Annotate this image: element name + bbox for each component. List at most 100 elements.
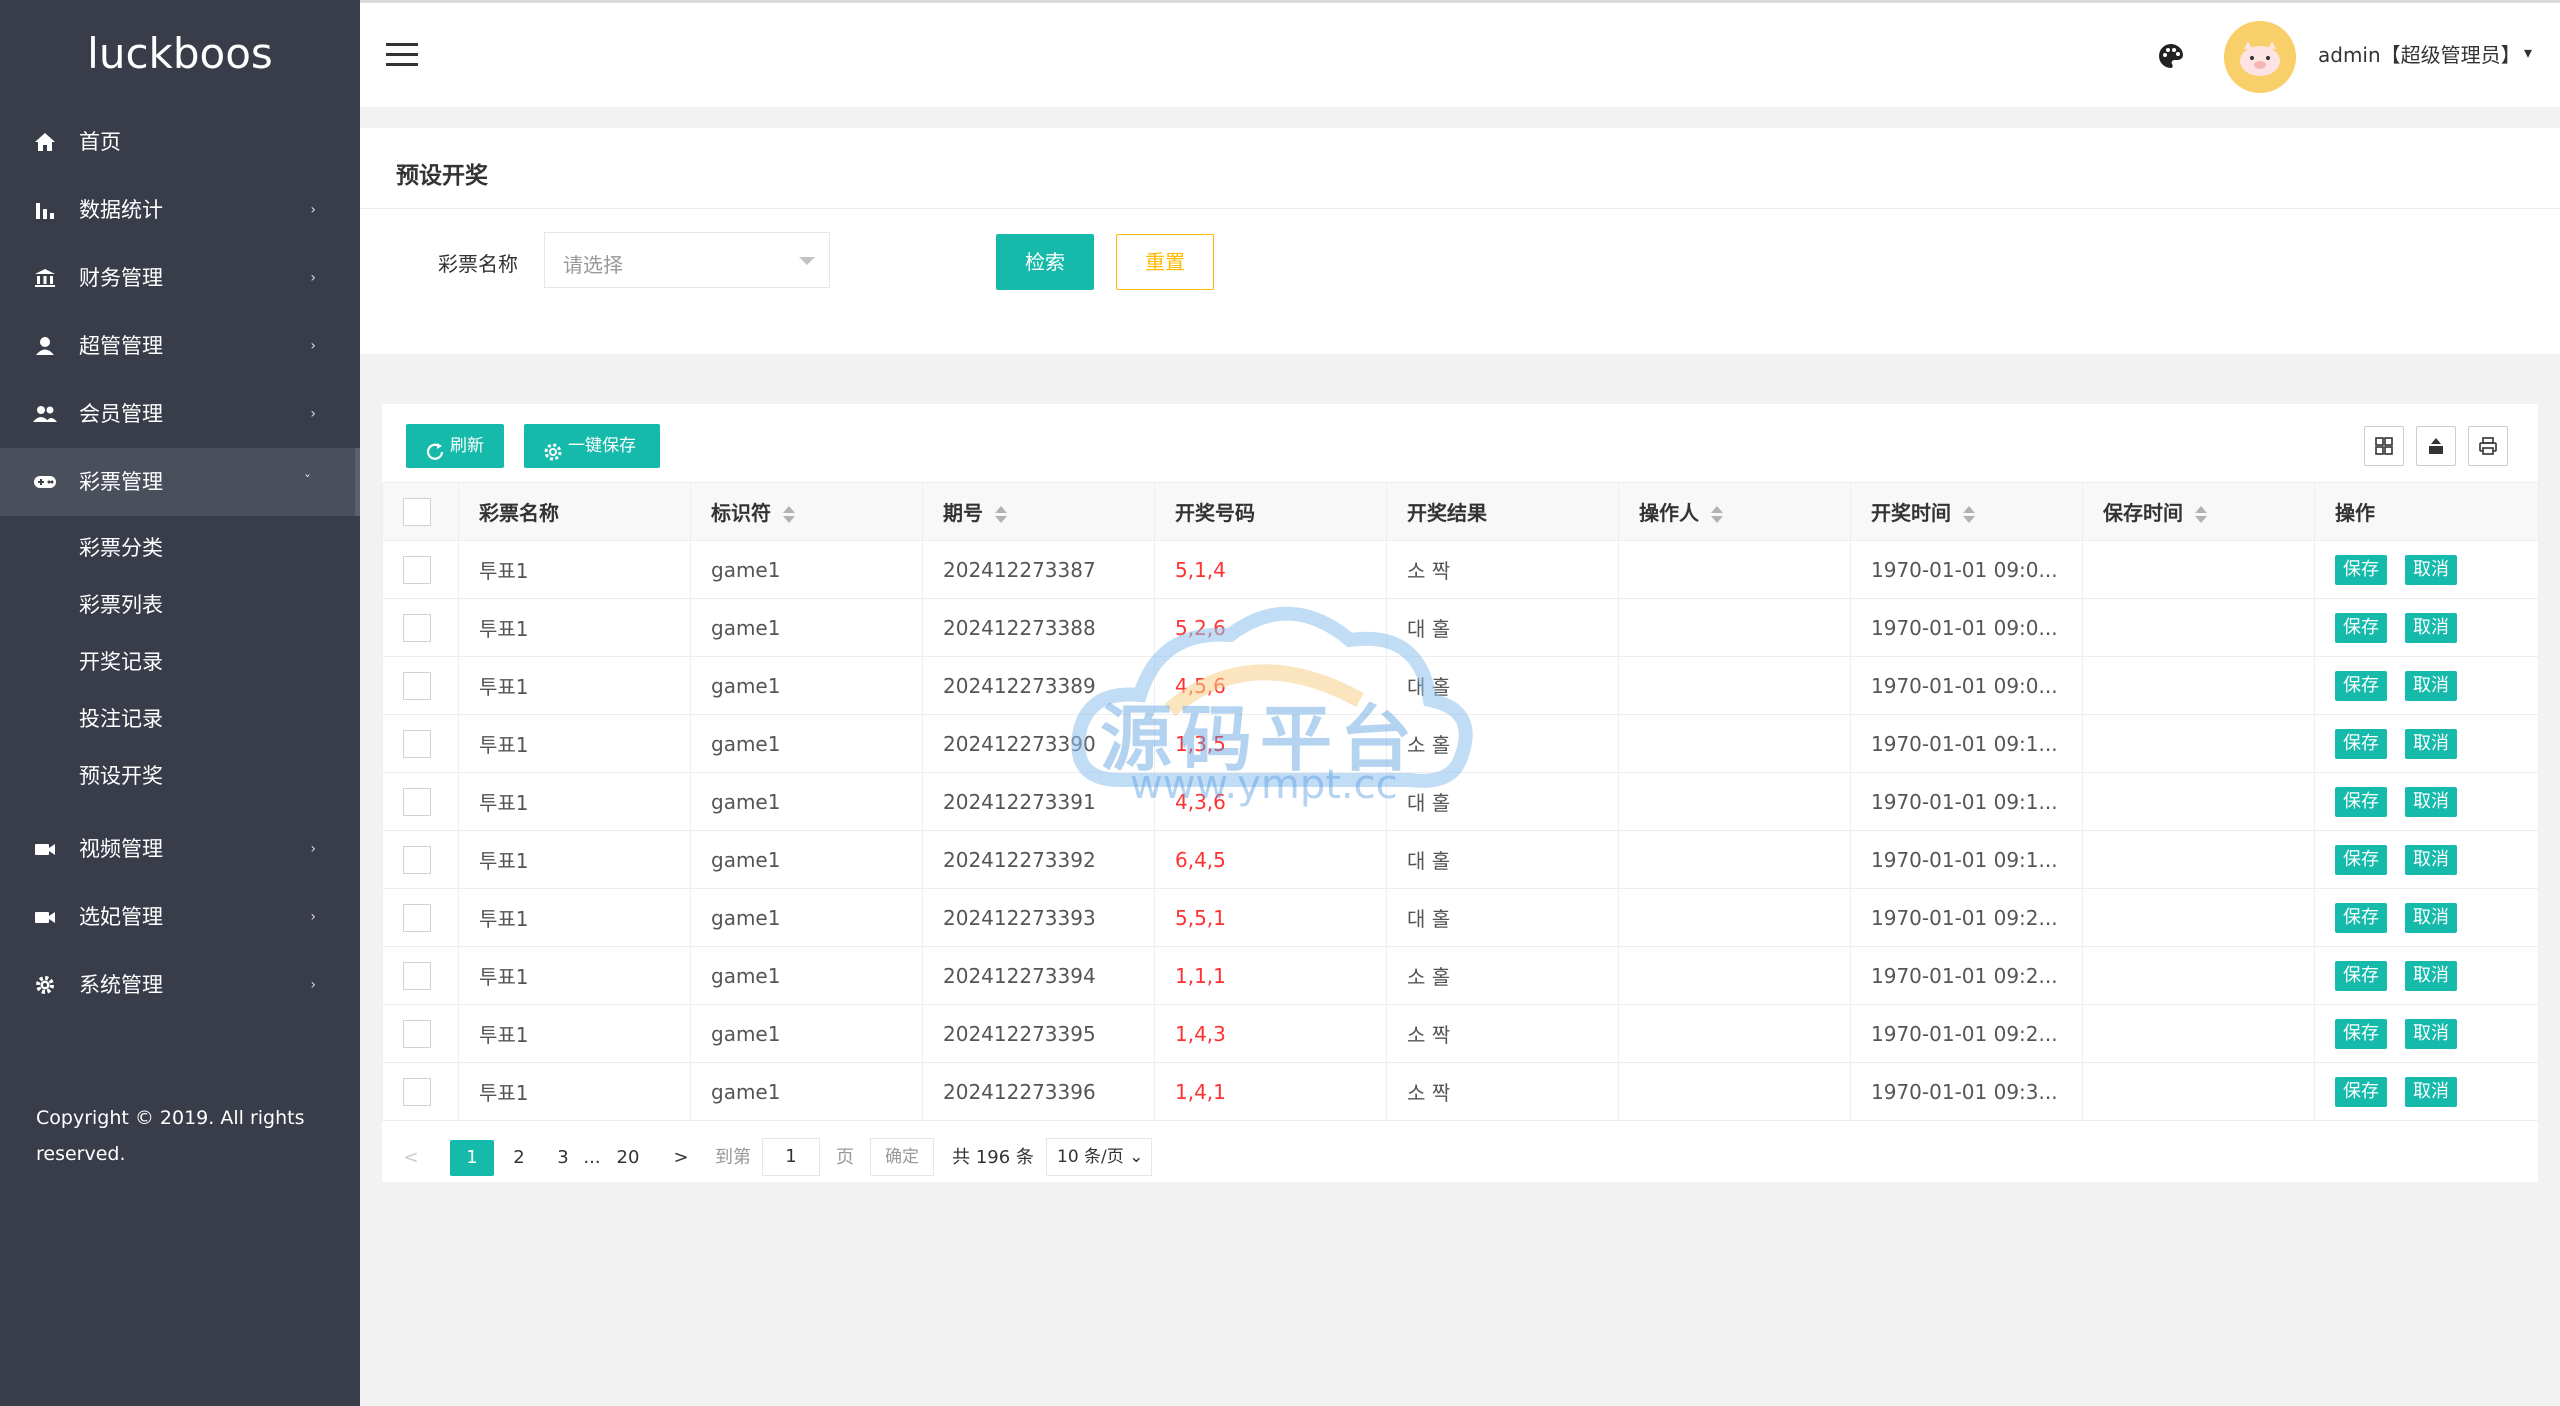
sidebar-item-select[interactable]: 选妃管理 › [0, 883, 360, 951]
search-button[interactable]: 检索 [996, 234, 1094, 290]
select-all-checkbox[interactable] [403, 497, 431, 526]
sidebar-item-stats[interactable]: 数据统计 › [0, 176, 360, 244]
save-all-button[interactable]: 一键保存 [524, 424, 660, 468]
row-save-button[interactable]: 保存 [2335, 728, 2387, 759]
row-cancel-button[interactable]: 取消 [2405, 844, 2457, 875]
goto-page-input[interactable]: 1 [762, 1138, 820, 1176]
sort-icon[interactable] [1963, 505, 1975, 524]
sort-icon[interactable] [1711, 505, 1723, 524]
cell-code: game1 [690, 772, 923, 831]
print-icon[interactable] [2468, 426, 2508, 466]
row-checkbox[interactable] [403, 1019, 431, 1048]
row-cancel-button[interactable]: 取消 [2405, 902, 2457, 933]
row-cancel-button[interactable]: 取消 [2405, 960, 2457, 991]
row-save-button[interactable]: 保存 [2335, 1076, 2387, 1107]
row-select-cell [382, 1062, 459, 1121]
goto-confirm-button[interactable]: 确定 [870, 1138, 934, 1176]
row-cancel-button[interactable]: 取消 [2405, 554, 2457, 585]
row-save-button[interactable]: 保存 [2335, 902, 2387, 933]
col-code[interactable]: 标识符 [690, 482, 923, 541]
row-cancel-button[interactable]: 取消 [2405, 1076, 2457, 1107]
sidebar-item-video[interactable]: 视频管理 › [0, 815, 360, 883]
col-issue[interactable]: 期号 [922, 482, 1155, 541]
cell-operator [1618, 1004, 1851, 1063]
sidebar-item-lottery[interactable]: 彩票管理 ˇ [0, 448, 360, 516]
sidebar-subitem-bet-records[interactable]: 投注记录 [0, 691, 360, 748]
refresh-label: 刷新 [450, 436, 484, 456]
sidebar-subitem-preset-draw[interactable]: 预设开奖 [0, 748, 360, 805]
export-icon[interactable] [2416, 426, 2456, 466]
row-checkbox[interactable] [403, 845, 431, 874]
page-last-button[interactable]: 20 [608, 1140, 648, 1176]
page-2-button[interactable]: 2 [504, 1140, 534, 1176]
col-operator[interactable]: 操作人 [1618, 482, 1851, 541]
user-name[interactable]: admin【超级管理员】 [2318, 39, 2521, 68]
sidebar-subitem-draw-records[interactable]: 开奖记录 [0, 634, 360, 691]
sidebar-item-label: 系统管理 [79, 973, 163, 997]
reset-button[interactable]: 重置 [1116, 234, 1214, 290]
cell-draw-time: 1970-01-01 09:0... [1850, 656, 2083, 715]
refresh-button[interactable]: 刷新 [406, 424, 504, 468]
row-save-button[interactable]: 保存 [2335, 554, 2387, 585]
sort-icon[interactable] [995, 505, 1007, 524]
cell-lottery-name: 투표1 [458, 714, 691, 773]
row-cancel-button[interactable]: 取消 [2405, 1018, 2457, 1049]
sidebar-item-system[interactable]: 系统管理 › [0, 951, 360, 1019]
col-save-time[interactable]: 保存时间 [2082, 482, 2315, 541]
sidebar-item-admin[interactable]: 超管管理 › [0, 312, 360, 380]
cell-issue: 202412273396 [922, 1062, 1155, 1121]
lottery-name-select[interactable]: 请选择 [544, 232, 830, 288]
row-save-button[interactable]: 保存 [2335, 1018, 2387, 1049]
page-1-button[interactable]: 1 [450, 1140, 494, 1176]
row-checkbox[interactable] [403, 1077, 431, 1106]
row-checkbox[interactable] [403, 729, 431, 758]
row-save-button[interactable]: 保存 [2335, 844, 2387, 875]
cell-actions: 保存 取消 [2314, 772, 2539, 831]
row-checkbox[interactable] [403, 903, 431, 932]
cell-result: 소 홀 [1386, 714, 1619, 773]
row-cancel-button[interactable]: 取消 [2405, 670, 2457, 701]
sidebar-item-members[interactable]: 会员管理 › [0, 380, 360, 448]
goto-label: 到第 [715, 1147, 751, 1168]
cell-operator [1618, 598, 1851, 657]
page-3-button[interactable]: 3 [548, 1140, 578, 1176]
table-row: 투표1 game1 202412273393 5,5,1 대 홀 1970-01-01 0… [382, 888, 2539, 947]
cell-draw-time: 1970-01-01 09:0... [1850, 540, 2083, 599]
row-checkbox[interactable] [403, 613, 431, 642]
row-save-button[interactable]: 保存 [2335, 960, 2387, 991]
cell-save-time [2082, 714, 2315, 773]
avatar[interactable] [2224, 21, 2296, 93]
row-save-button[interactable]: 保存 [2335, 670, 2387, 701]
cell-save-time [2082, 540, 2315, 599]
select-all-cell [382, 482, 459, 541]
cell-code: game1 [690, 714, 923, 773]
sidebar-subitem-category[interactable]: 彩票分类 [0, 520, 360, 577]
sidebar-item-home[interactable]: 首页 [0, 108, 360, 176]
sort-icon[interactable] [783, 505, 795, 524]
row-save-button[interactable]: 保存 [2335, 786, 2387, 817]
row-cancel-button[interactable]: 取消 [2405, 728, 2457, 759]
caret-down-icon[interactable]: ▾ [2524, 43, 2532, 62]
sidebar-item-finance[interactable]: 财务管理 › [0, 244, 360, 312]
row-checkbox[interactable] [403, 671, 431, 700]
cell-actions: 保存 取消 [2314, 540, 2539, 599]
row-checkbox[interactable] [403, 961, 431, 990]
columns-filter-icon[interactable] [2364, 426, 2404, 466]
row-save-button[interactable]: 保存 [2335, 612, 2387, 643]
cell-actions: 保存 取消 [2314, 1062, 2539, 1121]
row-cancel-button[interactable]: 取消 [2405, 786, 2457, 817]
cell-draw-time: 1970-01-01 09:0... [1850, 598, 2083, 657]
cell-issue: 202412273395 [922, 1004, 1155, 1063]
row-cancel-button[interactable]: 取消 [2405, 612, 2457, 643]
row-checkbox[interactable] [403, 787, 431, 816]
page-size-select[interactable]: 10 条/页 ⌄ [1046, 1138, 1152, 1176]
prev-page-button[interactable]: < [396, 1140, 426, 1176]
menu-toggle-icon[interactable] [386, 43, 418, 67]
col-draw-time[interactable]: 开奖时间 [1850, 482, 2083, 541]
sidebar-subitem-list[interactable]: 彩票列表 [0, 577, 360, 634]
palette-icon[interactable] [2156, 41, 2186, 71]
next-page-button[interactable]: > [666, 1140, 696, 1176]
row-select-cell [382, 946, 459, 1005]
sort-icon[interactable] [2195, 505, 2207, 524]
row-checkbox[interactable] [403, 555, 431, 584]
